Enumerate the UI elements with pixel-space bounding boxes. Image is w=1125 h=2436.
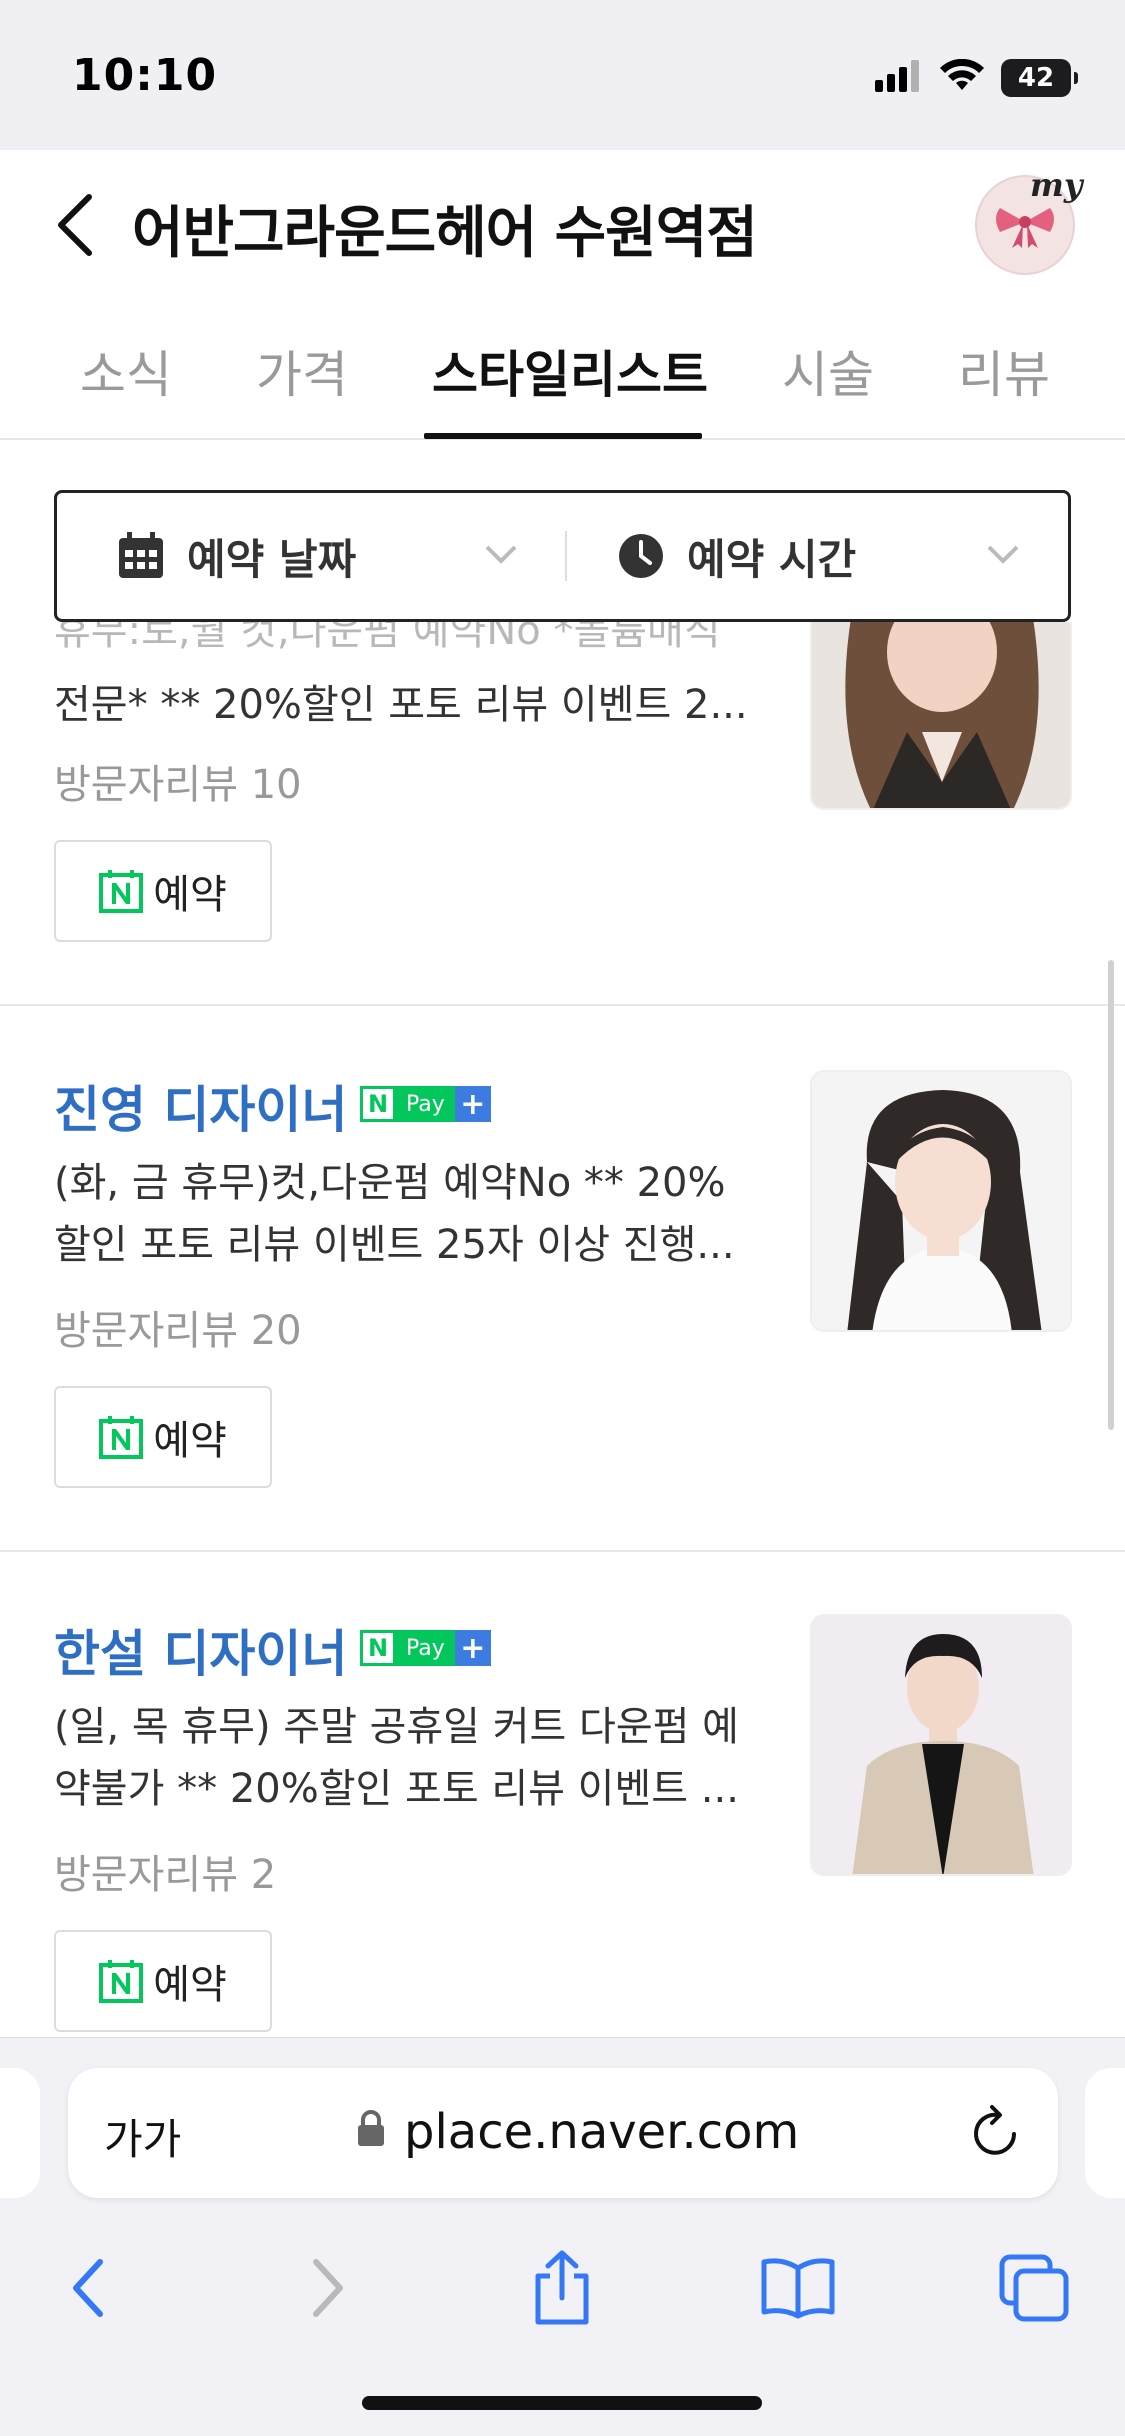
home-indicator: [362, 2396, 762, 2410]
page-header: 어반그라운드헤어 수원역점 my: [0, 150, 1125, 295]
designer-photo[interactable]: [810, 1070, 1072, 1332]
designer-description: 전문* ** 20%할인 포토 리뷰 이벤트 2...: [54, 682, 748, 728]
visitor-review-count: 방문자리뷰 2: [54, 1852, 277, 1898]
ribbon-bow-icon: [996, 208, 1054, 248]
page-title: 어반그라운드헤어 수원역점: [132, 201, 758, 266]
book-icon: [761, 2258, 835, 2319]
designer-name[interactable]: 진영 디자이너: [54, 1070, 347, 1142]
tab-bar: 소식 가격 스타일리스트 시술 리뷰: [0, 295, 1125, 440]
reservation-filter-bar: 예약 날짜 예약 시간: [54, 490, 1071, 622]
browser-back-button[interactable]: [38, 2238, 138, 2338]
lock-icon: [358, 2110, 384, 2146]
calendar-icon: [119, 532, 163, 578]
previous-tab-pill[interactable]: [0, 2068, 40, 2198]
chevron-left-icon: [73, 2259, 103, 2317]
browser-forward-button[interactable]: [278, 2238, 378, 2338]
reserve-button[interactable]: 예약: [54, 1386, 272, 1488]
visitor-review-count: 방문자리뷰 20: [54, 1308, 302, 1354]
clock-icon: [619, 534, 663, 578]
chevron-right-icon: [313, 2259, 343, 2317]
tab-review[interactable]: 리뷰: [958, 335, 1050, 407]
scrollbar[interactable]: [1108, 960, 1114, 1430]
back-button[interactable]: [40, 190, 110, 260]
naver-pay-badge: N Pay +: [360, 1630, 491, 1666]
tab-treatment[interactable]: 시술: [782, 335, 874, 407]
bookmarks-button[interactable]: [748, 2238, 848, 2338]
share-button[interactable]: [512, 2238, 612, 2338]
active-tab-indicator: [424, 433, 702, 439]
reload-button[interactable]: [968, 2102, 1024, 2166]
reserve-button[interactable]: 예약: [54, 840, 272, 942]
reserve-button[interactable]: 예약: [54, 1930, 272, 2032]
pay-label: Pay: [396, 1630, 455, 1666]
wifi-icon: [939, 58, 985, 97]
status-icons: 42: [875, 58, 1078, 98]
status-time: 10:10: [72, 50, 218, 101]
stylist-list[interactable]: 휴무:토,월 컷,다운펌 예약No *볼륨매직 전문* ** 20%할인 포토 …: [0, 622, 1125, 2037]
text-size-button[interactable]: 가가: [104, 2106, 181, 2167]
visitor-review-count: 방문자리뷰 10: [54, 762, 302, 808]
reserve-label: 예약: [153, 872, 227, 918]
naver-n-icon: N: [360, 1086, 396, 1122]
date-filter[interactable]: 예약 날짜: [117, 493, 356, 619]
divider: [0, 1550, 1125, 1552]
naver-n-icon: N: [360, 1630, 396, 1666]
plus-icon: +: [454, 1630, 491, 1666]
tab-stylist[interactable]: 스타일리스트: [432, 335, 708, 407]
tabs-icon: [999, 2254, 1069, 2322]
tab-news[interactable]: 소식: [80, 335, 172, 407]
battery-level: 42: [1017, 63, 1055, 93]
cellular-signal-icon: [875, 60, 923, 96]
tab-price[interactable]: 가격: [256, 335, 348, 407]
designer-description-partial: 휴무:토,월 컷,다운펌 예약No *볼륨매직: [54, 622, 721, 654]
address-bar[interactable]: 가가 place.naver.com: [68, 2068, 1058, 2198]
reserve-label: 예약: [153, 1418, 227, 1464]
designer-description: (일, 목 휴무) 주말 공휴일 커트 다운펌 예약불가 ** 20%할인 포토…: [54, 1704, 739, 1812]
share-icon: [535, 2250, 589, 2325]
time-filter[interactable]: 예약 시간: [617, 493, 856, 619]
naver-booking-icon: [99, 1959, 144, 2003]
url-text: place.naver.com: [404, 2104, 800, 2160]
next-tab-pill[interactable]: [1085, 2068, 1125, 2198]
battery-indicator: 42: [1001, 59, 1078, 97]
bottom-toolbar: [0, 2238, 1125, 2358]
plus-icon: +: [454, 1086, 491, 1122]
naver-booking-icon: [99, 869, 144, 913]
divider: [0, 1004, 1125, 1006]
chevron-left-icon: [58, 194, 92, 256]
date-filter-label: 예약 날짜: [187, 534, 357, 584]
designer-photo[interactable]: [810, 622, 1072, 810]
reload-icon: [974, 2105, 1016, 2155]
filter-divider: [565, 531, 567, 581]
my-label: my: [1030, 166, 1083, 204]
chevron-down-icon: [987, 545, 1019, 564]
pay-label: Pay: [396, 1086, 455, 1122]
safari-toolbar: 가가 place.naver.com: [0, 2037, 1125, 2436]
naver-booking-icon: [99, 1415, 144, 1459]
tabs-button[interactable]: [984, 2238, 1084, 2338]
designer-description: (화, 금 휴무)컷,다운펌 예약No ** 20% 할인 포토 리뷰 이벤트 …: [54, 1160, 735, 1268]
chevron-down-icon: [485, 545, 517, 564]
status-bar: 10:10 42: [0, 0, 1125, 150]
time-filter-label: 예약 시간: [687, 534, 857, 584]
designer-photo[interactable]: [810, 1614, 1072, 1876]
designer-name[interactable]: 한설 디자이너: [54, 1614, 347, 1686]
reserve-label: 예약: [153, 1962, 227, 2008]
naver-pay-badge: N Pay +: [360, 1086, 491, 1122]
